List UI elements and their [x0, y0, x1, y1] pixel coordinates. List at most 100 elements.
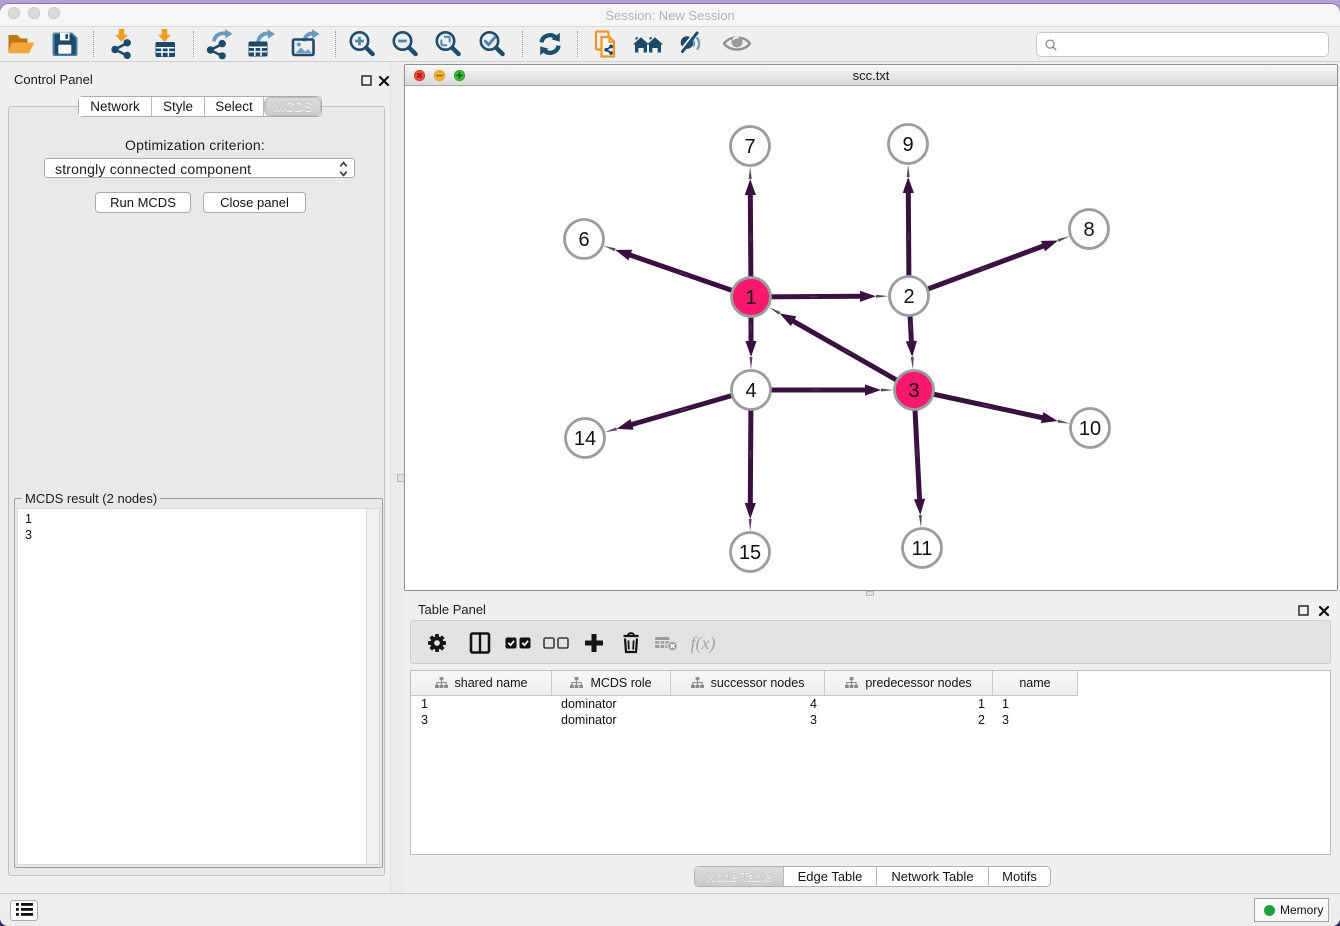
export-table-button[interactable] — [244, 28, 278, 60]
cell-successor-nodes[interactable]: 4 — [671, 697, 817, 711]
search-input[interactable] — [1063, 34, 1323, 55]
window-title: Session: New Session — [0, 8, 1340, 23]
hide-all-columns-button[interactable] — [540, 628, 572, 658]
network-canvas[interactable]: 1 2 3 4 6 7 8 9 10 11 14 15 — [405, 87, 1337, 590]
memory-status-dot — [1264, 905, 1275, 916]
memory-button[interactable]: Memory — [1254, 898, 1329, 922]
run-mcds-button[interactable]: Run MCDS — [95, 192, 191, 213]
apply-layout-button[interactable] — [533, 28, 567, 60]
import-network-button[interactable] — [105, 28, 139, 60]
zoom-in-button[interactable] — [346, 28, 380, 60]
show-all-button[interactable] — [720, 28, 754, 60]
clone-network-button[interactable] — [588, 28, 622, 60]
node-15[interactable]: 15 — [731, 533, 770, 572]
hide-selected-button[interactable] — [674, 28, 708, 60]
cell-MCDS-role[interactable]: dominator — [561, 697, 617, 711]
tab-mcds[interactable]: MCDS — [264, 97, 321, 116]
tab-motifs[interactable]: Motifs — [989, 867, 1050, 886]
table-row-3[interactable]: 3dominator323 — [411, 712, 1330, 728]
close-panel-button[interactable]: Close panel — [203, 192, 306, 213]
trash-icon — [615, 628, 647, 658]
column-header-successor-nodes[interactable]: successor nodes — [671, 671, 825, 695]
show-all-columns-button[interactable] — [502, 628, 534, 658]
add-column-button[interactable] — [578, 628, 610, 658]
node-4[interactable]: 4 — [732, 371, 771, 410]
table-settings-button[interactable] — [421, 628, 453, 658]
node-2[interactable]: 2 — [890, 277, 929, 316]
node-1[interactable]: 1 — [732, 278, 771, 317]
criterion-dropdown[interactable]: strongly connected component — [44, 158, 355, 178]
edge-4-3[interactable] — [751, 384, 894, 395]
cell-successor-nodes[interactable]: 3 — [671, 713, 817, 727]
node-11[interactable]: 11 — [903, 529, 942, 568]
first-neighbors-button[interactable] — [631, 28, 665, 60]
export-image-button[interactable] — [288, 28, 322, 60]
cell-name[interactable]: 3 — [1002, 713, 1009, 727]
eye-slash-icon — [674, 28, 708, 60]
save-session-button[interactable] — [48, 28, 82, 60]
hierarchy-icon — [691, 677, 704, 689]
node-14[interactable]: 14 — [566, 419, 605, 458]
edge-3-1[interactable] — [769, 307, 914, 390]
result-scrollbar[interactable] — [366, 509, 379, 864]
table-row-1[interactable]: 1dominator411 — [411, 696, 1330, 712]
node-label: 14 — [574, 428, 596, 450]
edge-1-6[interactable] — [603, 246, 751, 297]
dev-panel-button[interactable] — [10, 900, 38, 921]
control-panel-float-button[interactable] — [361, 75, 372, 86]
cell-shared-name[interactable]: 3 — [421, 713, 428, 727]
columns-icon — [464, 628, 496, 658]
import-network-icon — [105, 28, 139, 60]
arrowhead-icon — [617, 419, 634, 430]
tab-network-table[interactable]: Network Table — [877, 867, 989, 886]
arrow-tail — [1058, 236, 1070, 242]
control-panel: Control Panel Network Style Select MCDS … — [0, 62, 390, 893]
split-table-button[interactable] — [464, 628, 496, 658]
node-3[interactable]: 3 — [895, 371, 934, 410]
checked-boxes-icon — [502, 628, 534, 658]
import-table-button[interactable] — [148, 28, 182, 60]
column-header-shared-name[interactable]: shared name — [411, 671, 552, 695]
cell-predecessor-nodes[interactable]: 2 — [825, 713, 985, 727]
column-header-MCDS-role[interactable]: MCDS role — [552, 671, 671, 695]
tab-style[interactable]: Style — [152, 97, 205, 116]
arrowhead-icon — [865, 384, 881, 395]
tab-node-table[interactable]: Node Table — [695, 867, 784, 886]
mcds-result-list[interactable]: 1 3 — [17, 508, 380, 865]
node-9[interactable]: 9 — [889, 125, 928, 164]
node-label: 4 — [745, 380, 756, 402]
function-builder-button[interactable]: f(x) — [687, 628, 719, 658]
arrowhead-icon — [745, 503, 756, 519]
tab-edge-table[interactable]: Edge Table — [784, 867, 877, 886]
zoom-out-button[interactable] — [389, 28, 423, 60]
cell-shared-name[interactable]: 1 — [421, 697, 428, 711]
edge-4-15[interactable] — [745, 390, 756, 532]
edge-3-10[interactable] — [914, 390, 1070, 424]
delete-column-button[interactable] — [615, 628, 647, 658]
network-window-titlebar[interactable]: scc.txt — [405, 65, 1337, 86]
cell-predecessor-nodes[interactable]: 1 — [825, 697, 985, 711]
tab-select[interactable]: Select — [205, 97, 264, 116]
export-network-button[interactable] — [202, 28, 236, 60]
node-7[interactable]: 7 — [731, 127, 770, 166]
cell-name[interactable]: 1 — [1002, 697, 1009, 711]
node-8[interactable]: 8 — [1070, 210, 1109, 249]
column-header-predecessor-nodes[interactable]: predecessor nodes — [825, 671, 993, 695]
cell-MCDS-role[interactable]: dominator — [561, 713, 617, 727]
table-panel-close-button[interactable] — [1318, 605, 1330, 617]
zoom-selected-button[interactable] — [476, 28, 510, 60]
vertical-splitter[interactable] — [390, 62, 404, 893]
table-panel-float-button[interactable] — [1298, 605, 1309, 616]
control-panel-close-button[interactable] — [378, 75, 390, 87]
column-header-name[interactable]: name — [993, 671, 1078, 695]
node-10[interactable]: 10 — [1071, 409, 1110, 448]
edge-4-14[interactable] — [605, 390, 751, 432]
edge-2-8[interactable] — [909, 236, 1070, 296]
delete-table-button[interactable] — [651, 628, 683, 658]
zoom-fit-button[interactable] — [432, 28, 466, 60]
column-header-label: name — [1019, 676, 1050, 690]
node-6[interactable]: 6 — [565, 220, 604, 259]
open-session-button[interactable] — [5, 28, 39, 60]
node-label: 1 — [745, 287, 756, 309]
tab-network[interactable]: Network — [79, 97, 152, 116]
